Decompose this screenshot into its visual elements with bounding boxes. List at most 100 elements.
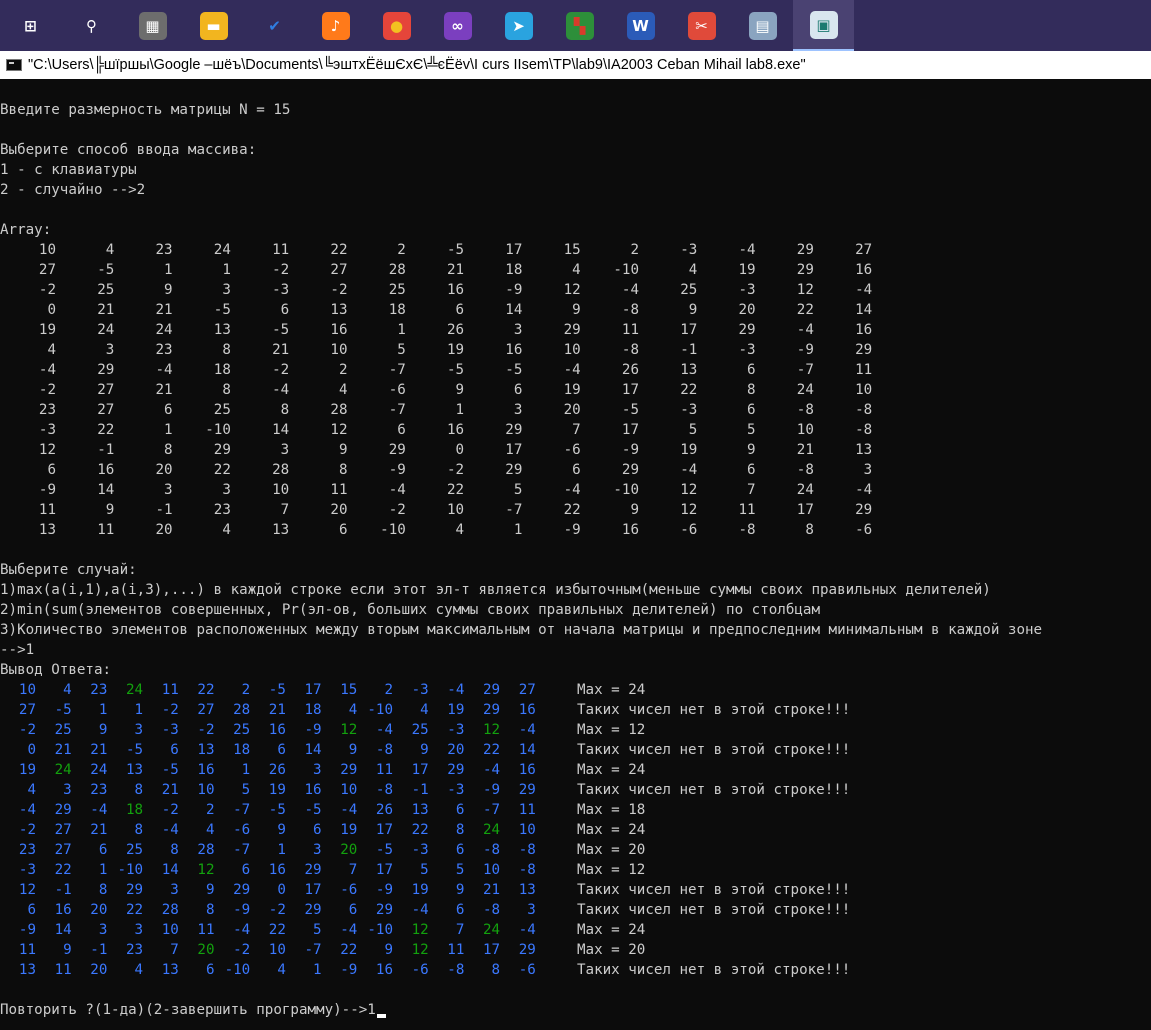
matrix-cell: 7 — [572, 422, 581, 438]
answer-cell: -4 — [518, 722, 536, 738]
matrix-cell: 21 — [447, 262, 465, 278]
matrix-cell: -10 — [380, 522, 406, 538]
answer-cell: -3 — [18, 862, 36, 878]
taskbar-button-control-panel[interactable]: ▤ — [732, 0, 793, 51]
answer-cell: 5 — [313, 922, 322, 938]
matrix-cell: 20 — [563, 402, 581, 418]
matrix-cell: 14 — [272, 422, 290, 438]
answer-cell: 4 — [134, 962, 144, 978]
answer-cell: 11 — [518, 802, 536, 818]
answer-cell: -3 — [161, 722, 179, 738]
matrix-cell: 3 — [222, 282, 231, 298]
matrix-cell: -4 — [855, 482, 873, 498]
matrix-cell: -10 — [613, 482, 639, 498]
matrix-cell: 6 — [747, 402, 756, 418]
matrix-cell: 9 — [630, 502, 639, 518]
answer-cell: 14 — [54, 922, 72, 938]
taskbar-button-telegram[interactable]: ➤ — [488, 0, 549, 51]
matrix-cell: 8 — [338, 462, 348, 478]
matrix-cell: 9 — [747, 442, 756, 458]
answer-cell: 21 — [161, 782, 179, 798]
row-result: Max = 12 — [577, 862, 646, 878]
matrix-cell: 10 — [447, 502, 465, 518]
answer-cell: 1 — [277, 842, 286, 858]
taskbar-button-file-explorer[interactable]: ▬ — [183, 0, 244, 51]
answer-cell: -2 — [233, 942, 251, 958]
matrix-cell: 13 — [330, 302, 348, 318]
taskbar-button-console-app[interactable]: ▣ — [793, 0, 854, 51]
answer-cell: 29 — [304, 862, 322, 878]
grid-app-icon: ▚ — [565, 11, 594, 40]
answer-cell: 23 — [90, 782, 108, 798]
answer-cell: -9 — [340, 962, 358, 978]
matrix-cell: 26 — [447, 322, 465, 338]
matrix-cell: 29 — [796, 242, 814, 258]
answer-cell: -4 — [411, 902, 429, 918]
answer-cell: 11 — [18, 942, 36, 958]
matrix-cell: 21 — [97, 302, 115, 318]
matrix-cell: 11 — [272, 242, 290, 258]
matrix-cell: -7 — [796, 362, 814, 378]
matrix-cell: 9 — [105, 502, 115, 518]
answer-cell: 9 — [98, 722, 108, 738]
taskbar-button-calculator[interactable]: ▦ — [122, 0, 183, 51]
answer-cell: 10 — [197, 782, 215, 798]
answer-cell: 7 — [455, 922, 465, 938]
matrix-cell: 8 — [805, 522, 814, 538]
matrix-cell: 11 — [38, 502, 56, 518]
matrix-cell: 21 — [796, 442, 814, 458]
answer-cell: 4 — [205, 822, 215, 838]
matrix-cell: -9 — [563, 522, 581, 538]
answer-cell: -3 — [411, 682, 429, 698]
matrix-cell: -6 — [855, 522, 873, 538]
taskbar-button-grid-app[interactable]: ▚ — [549, 0, 610, 51]
matrix-cell: 19 — [738, 262, 756, 278]
answer-cell: 10 — [483, 862, 501, 878]
taskbar-button-word[interactable]: W — [610, 0, 671, 51]
taskbar-button-windows-start[interactable]: ⊞ — [0, 0, 61, 51]
answer-cell: -7 — [233, 802, 251, 818]
answer-cell: 19 — [411, 882, 429, 898]
matrix-cell: -8 — [855, 402, 873, 418]
matrix-cell: 16 — [505, 342, 523, 358]
matrix-cell: 6 — [455, 302, 465, 318]
taskbar-button-search[interactable]: ⚲ — [61, 0, 122, 51]
matrix-cell: 5 — [513, 482, 523, 498]
matrix-cell: -2 — [38, 282, 56, 298]
matrix-cell: 1 — [164, 262, 173, 278]
answer-cell: -5 — [161, 762, 179, 778]
matrix-cell: -4 — [155, 362, 173, 378]
matrix-cell: 16 — [855, 322, 873, 338]
answer-cell: 9 — [455, 882, 465, 898]
case-1-description: 1)max(a(i,1),a(i,3),...) в каждой строке… — [0, 582, 991, 598]
matrix-cell: 14 — [505, 302, 523, 318]
matrix-cell: 15 — [563, 242, 581, 258]
matrix-cell: -4 — [796, 322, 814, 338]
answer-cell: 10 — [340, 782, 358, 798]
answer-cell-highlighted: 24 — [54, 762, 72, 778]
taskbar-button-visual-studio[interactable]: ∞ — [427, 0, 488, 51]
matrix-cell: -2 — [447, 462, 465, 478]
taskbar-button-music[interactable]: ♪ — [305, 0, 366, 51]
matrix-cell: 6 — [747, 362, 756, 378]
answer-cell: 4 — [63, 682, 72, 698]
matrix-cell: 14 — [855, 302, 873, 318]
matrix-cell: 14 — [97, 482, 115, 498]
answer-cell: 5 — [455, 862, 465, 878]
matrix-cell: 1 — [455, 402, 465, 418]
console-title-bar[interactable]: "C:\Users\╠шїршы\Google –шёъ\Documents\╚… — [0, 51, 1151, 79]
matrix-cell: 23 — [155, 342, 173, 358]
taskbar-button-snipping-tool[interactable]: ✂ — [671, 0, 732, 51]
matrix-cell: -2 — [272, 362, 290, 378]
matrix-cell: 29 — [213, 442, 231, 458]
matrix-cell: 6 — [280, 302, 290, 318]
taskbar-button-todo[interactable]: ✔ — [244, 0, 305, 51]
answer-cell: 3 — [63, 782, 72, 798]
taskbar-button-chrome[interactable]: ● — [366, 0, 427, 51]
matrix-cell: 22 — [563, 502, 581, 518]
answer-cell: 29 — [447, 762, 465, 778]
answer-cell: -8 — [375, 742, 393, 758]
answer-cell: 9 — [277, 822, 286, 838]
answer-cell: 20 — [90, 902, 108, 918]
answer-cell: 8 — [134, 822, 144, 838]
